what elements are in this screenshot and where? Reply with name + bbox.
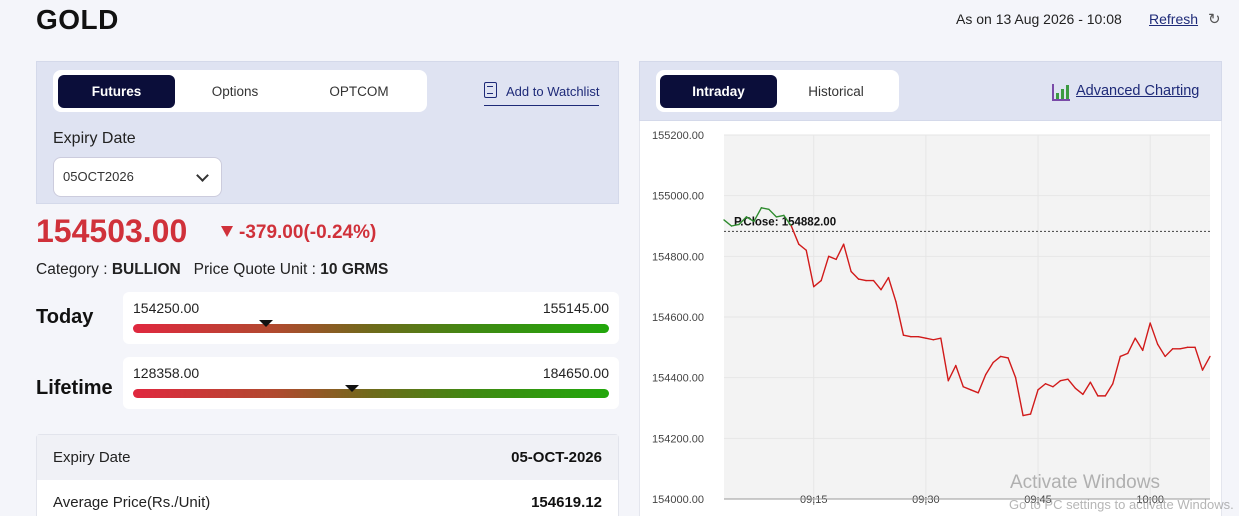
y-tick-label: 154200.00	[652, 433, 704, 445]
y-tick-label: 154600.00	[652, 312, 704, 324]
category-line: Category : BULLION Price Quote Unit : 10…	[36, 261, 388, 279]
price-change: -379.00(-0.24%)	[221, 222, 376, 244]
contract-tabs: Futures Options OPTCOM	[53, 70, 427, 112]
contract-panel: Futures Options OPTCOM Add to Watchlist …	[36, 61, 619, 204]
price-change-value: -379.00(-0.24%)	[239, 222, 377, 243]
expiry-date-select[interactable]: 05OCT2026	[53, 157, 222, 197]
tab-intraday[interactable]: Intraday	[660, 75, 777, 108]
today-range-bar	[133, 324, 609, 333]
tab-historical[interactable]: Historical	[778, 75, 894, 108]
lifetime-high: 184650.00	[542, 365, 609, 381]
tab-futures[interactable]: Futures	[58, 75, 175, 108]
down-triangle-icon	[221, 226, 233, 237]
page-title: GOLD	[36, 4, 119, 35]
add-to-watchlist-button[interactable]: Add to Watchlist	[484, 82, 600, 106]
advanced-charting-label: Advanced Charting	[1076, 83, 1200, 99]
table-row: Expiry Date 05-OCT-2026	[37, 435, 618, 480]
chart-tabs: Intraday Historical	[656, 70, 899, 112]
detail-key: Expiry Date	[53, 449, 131, 466]
category-label: Category :	[36, 261, 108, 278]
x-tick-label: 09:15	[800, 494, 828, 506]
y-tick-label: 155200.00	[652, 130, 704, 142]
activate-windows-subtext: Go to PC settings to activate Windows.	[1009, 497, 1234, 512]
table-row: Average Price(Rs./Unit) 154619.12	[37, 480, 618, 516]
watchlist-label: Add to Watchlist	[506, 84, 600, 99]
y-tick-label: 154400.00	[652, 373, 704, 385]
last-price: 154503.00	[36, 213, 188, 249]
today-high: 155145.00	[542, 300, 609, 316]
tab-options[interactable]: Options	[175, 75, 295, 108]
today-range: 154250.00 155145.00	[123, 292, 619, 344]
detail-key: Average Price(Rs./Unit)	[53, 494, 211, 511]
y-tick-label: 154000.00	[652, 494, 704, 506]
watchlist-icon	[484, 82, 497, 98]
today-range-marker	[259, 320, 274, 327]
refresh-link[interactable]: Refresh	[1149, 11, 1198, 27]
advanced-charting-link[interactable]: Advanced Charting	[1052, 83, 1200, 101]
category-value: BULLION	[111, 261, 181, 278]
chart-svg: 155200.00 155000.00 154800.00 154600.00 1544…	[652, 130, 1211, 506]
today-range-label: Today	[36, 306, 94, 328]
lifetime-range-bar	[133, 389, 609, 398]
chart-icon	[1052, 84, 1070, 101]
today-low: 154250.00	[133, 300, 200, 316]
expiry-selected-value: 05OCT2026	[63, 169, 134, 184]
activate-windows-watermark: Activate Windows	[1010, 472, 1160, 493]
refresh-icon[interactable]: ↻	[1208, 10, 1221, 28]
detail-value: 154619.12	[531, 494, 602, 511]
as-on-timestamp: As on 13 Aug 2026 - 10:08	[956, 11, 1122, 27]
y-tick-label: 155000.00	[652, 191, 704, 203]
chevron-down-icon	[196, 169, 209, 182]
detail-value: 05-OCT-2026	[511, 449, 602, 466]
lifetime-range-marker	[344, 385, 359, 392]
y-tick-label: 154800.00	[652, 251, 704, 263]
x-tick-label: 09:30	[912, 494, 940, 506]
expiry-date-label: Expiry Date	[53, 130, 136, 147]
unit-label: Price Quote Unit :	[193, 261, 316, 278]
unit-value: 10 GRMS	[320, 261, 389, 278]
contract-details-table: Expiry Date 05-OCT-2026 Average Price(Rs…	[36, 434, 619, 516]
lifetime-range-label: Lifetime	[36, 377, 113, 399]
lifetime-range: 128358.00 184650.00	[123, 357, 619, 409]
intraday-chart: 155200.00 155000.00 154800.00 154600.00 1544…	[639, 121, 1222, 516]
lifetime-low: 128358.00	[133, 365, 200, 381]
tab-optcom[interactable]: OPTCOM	[298, 75, 420, 108]
